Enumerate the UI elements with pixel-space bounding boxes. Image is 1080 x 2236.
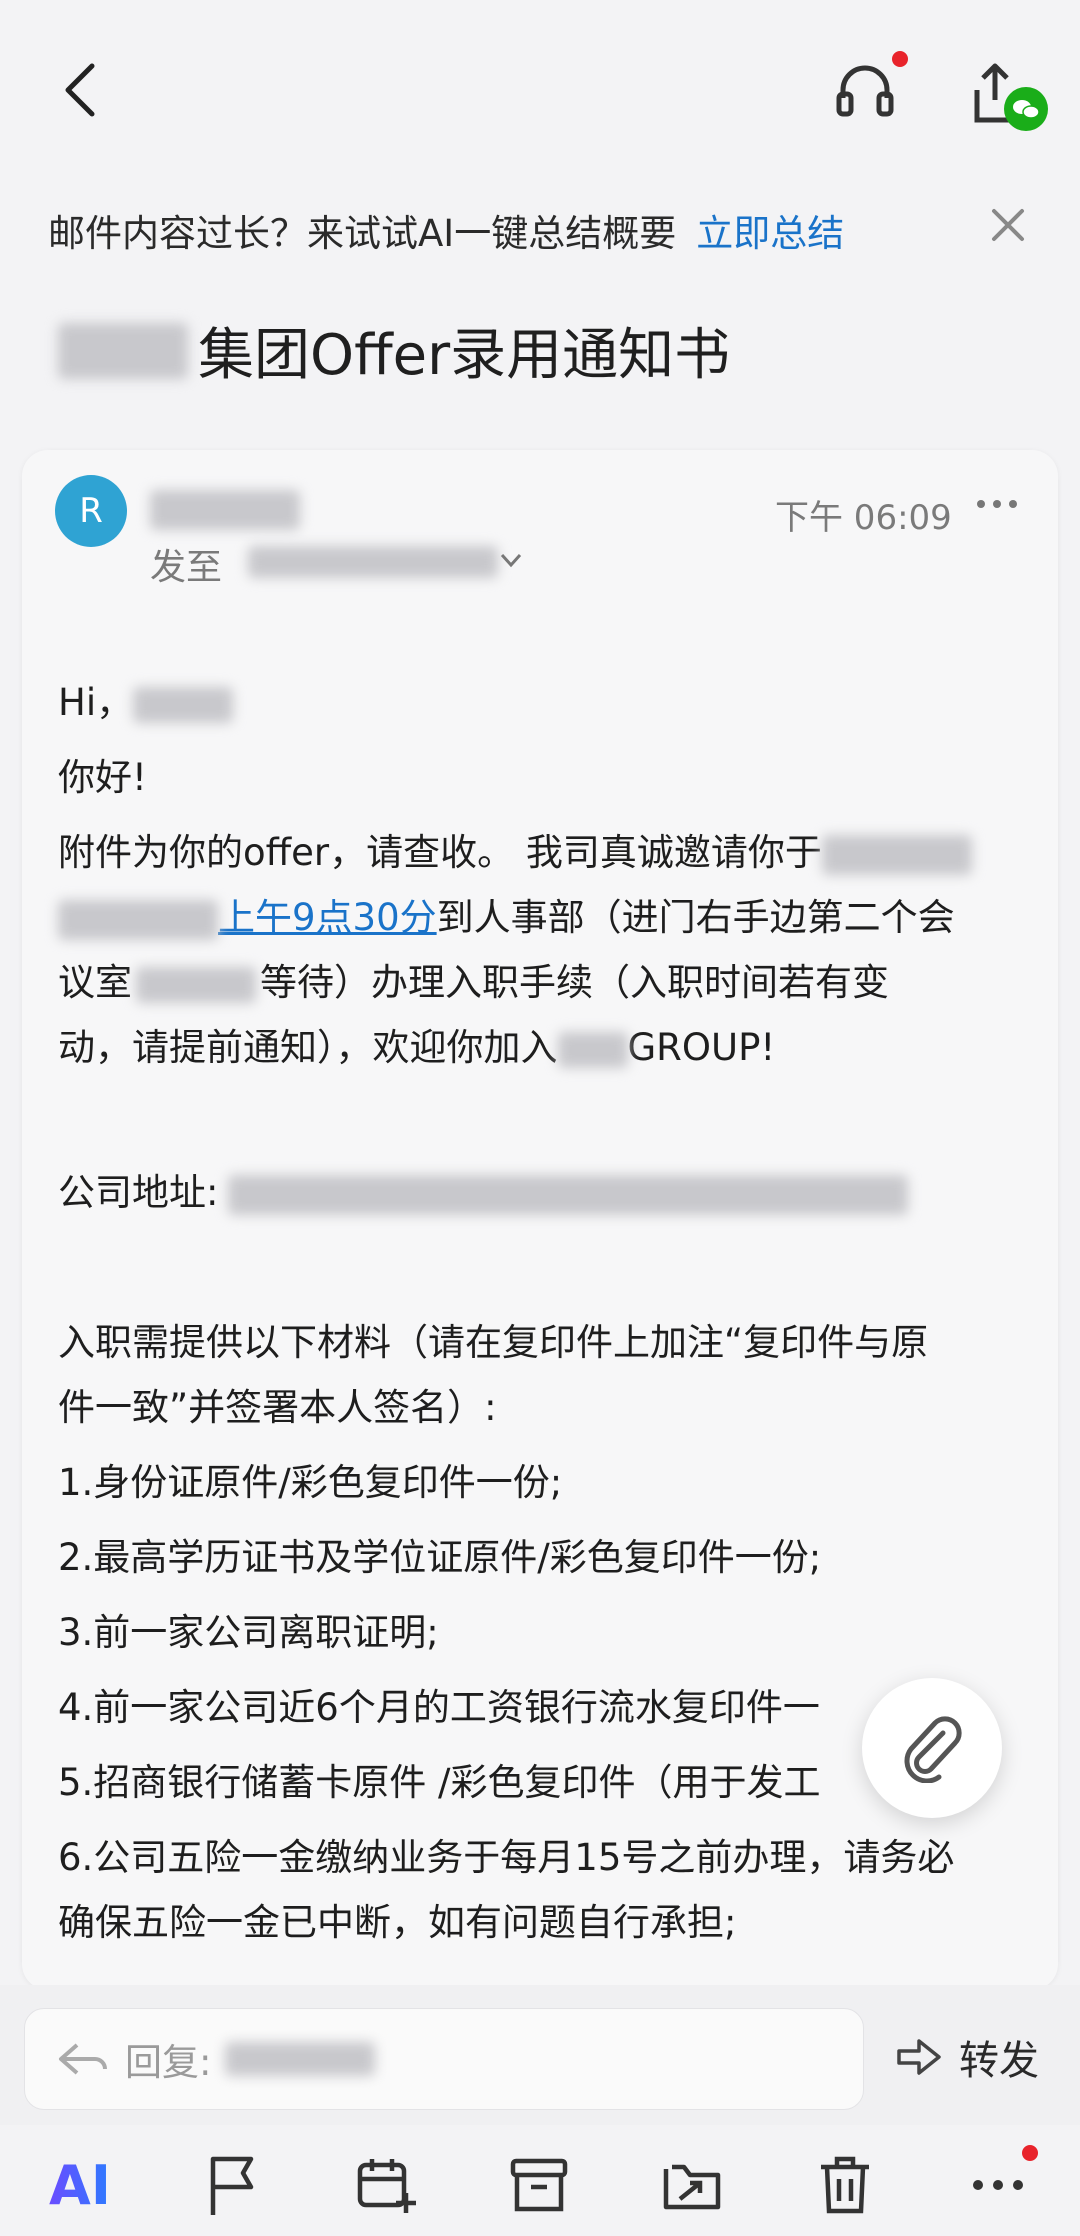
delete-button[interactable] — [805, 2145, 885, 2225]
p1-after-link: 到人事部（进门右手边第二个会 — [436, 896, 955, 939]
paragraph-line-1: 附件为你的offer，请查收。 我司真诚邀请你于 — [58, 820, 1018, 885]
summarize-now-link[interactable]: 立即总结 — [696, 203, 844, 257]
p1-line3-a: 议室 — [58, 961, 132, 1004]
add-to-calendar-button[interactable] — [346, 2145, 426, 2225]
chevron-left-icon — [65, 63, 95, 117]
back-button[interactable] — [40, 50, 120, 130]
ai-label: AI — [49, 2153, 111, 2217]
greeting: Hi， — [58, 681, 134, 724]
forward-button[interactable]: 转发 — [895, 2028, 1039, 2086]
address-label: 公司地址: — [58, 1171, 219, 1214]
paragraph-line-3: 议室 等待）办理入职手续（入职时间若有变 — [58, 950, 1018, 1015]
redacted-sender — [150, 490, 300, 530]
email-subject: 集团Offer录用通知书 — [58, 310, 730, 391]
more-actions-button[interactable] — [958, 2145, 1038, 2225]
materials-intro-1: 入职需提供以下材料（请在复印件上加注“复印件与原 — [58, 1321, 929, 1364]
p1-line4-b: GROUP! — [627, 1026, 776, 1069]
redacted-name — [133, 686, 234, 723]
notification-dot — [892, 51, 908, 67]
address-line: 公司地址: — [58, 1160, 1018, 1225]
materials-intro-2: 件一致”并签署本人签名）: — [58, 1386, 497, 1429]
reply-label: 回复: — [125, 2041, 212, 2084]
p1-line4-a: 动，请提前通知），欢迎你加入 — [58, 1026, 558, 1069]
chevron-down-icon — [500, 553, 522, 568]
redacted-date — [821, 834, 972, 875]
headset-icon — [836, 65, 894, 117]
redacted-company — [557, 1031, 628, 1068]
paperclip-icon — [904, 1716, 962, 1783]
list-item: 确保五险一金已中断，如有问题自行承担; — [58, 1901, 737, 1944]
paragraph-line-4: 动，请提前通知），欢迎你加入 GROUP! — [58, 1015, 1018, 1080]
more-dots-icon — [977, 500, 1017, 508]
redacted-reply-recipient — [225, 2042, 376, 2076]
reply-input[interactable]: 回复: — [24, 2008, 864, 2110]
notification-dot — [1022, 2145, 1038, 2161]
time-link[interactable]: 上午9点30分 — [218, 896, 437, 939]
banner-close-button[interactable] — [988, 205, 1038, 255]
calendar-add-icon — [357, 2159, 416, 2213]
forward-arrow-icon — [897, 2039, 941, 2075]
top-bar — [0, 0, 1080, 190]
subject-text: 集团Offer录用通知书 — [198, 323, 731, 388]
banner-text: 邮件内容过长？来试试AI一键总结概要 — [48, 212, 677, 255]
reply-arrow-icon — [59, 2043, 107, 2075]
greeting-line: Hi， — [58, 670, 1018, 735]
ai-button[interactable]: AI — [40, 2145, 120, 2225]
listen-button[interactable] — [820, 45, 910, 135]
redacted-company-name — [58, 322, 188, 379]
p1-start: 附件为你的offer，请查收。 我司真诚邀请你于 — [58, 831, 822, 874]
more-options-button[interactable] — [975, 495, 1025, 535]
list-item: 3.前一家公司离职证明; — [58, 1611, 439, 1654]
list-item: 2.最高学历证书及学位证原件/彩色复印件一份; — [58, 1536, 822, 1579]
list-item: 1.身份证原件/彩色复印件一份; — [58, 1461, 563, 1504]
to-label: 发至 — [150, 547, 223, 588]
redacted-recipient — [248, 546, 498, 578]
share-button[interactable] — [950, 45, 1050, 145]
redacted-address — [228, 1174, 909, 1215]
flag-icon — [210, 2156, 254, 2215]
attachment-button[interactable] — [862, 1678, 1002, 1818]
avatar[interactable]: R — [55, 475, 127, 547]
close-icon — [992, 209, 1024, 241]
p1-line3-b: 等待）办理入职手续（入职时间若有变 — [260, 961, 889, 1004]
ai-summary-banner: 邮件内容过长？来试试AI一键总结概要 立即总结 — [48, 195, 1038, 265]
redacted-room — [136, 966, 256, 1003]
paragraph-line-2: 上午9点30分到人事部（进门右手边第二个会 — [58, 885, 1018, 950]
wechat-icon — [1004, 87, 1048, 131]
hello-line: 你好! — [58, 756, 147, 799]
trash-icon — [821, 2156, 869, 2214]
expand-recipients-button[interactable] — [496, 545, 530, 579]
flag-button[interactable] — [193, 2145, 273, 2225]
folder-move-icon — [663, 2164, 721, 2210]
move-to-folder-button[interactable] — [652, 2145, 732, 2225]
redacted-date-2 — [58, 899, 218, 940]
archive-button[interactable] — [499, 2145, 579, 2225]
email-time: 下午 06:09 — [775, 498, 952, 538]
forward-label: 转发 — [959, 2038, 1039, 2084]
archive-icon — [510, 2158, 568, 2212]
list-item: 6.公司五险一金缴纳业务于每月15号之前办理，请务必 — [58, 1836, 955, 1879]
more-dots-icon — [973, 2180, 1023, 2190]
